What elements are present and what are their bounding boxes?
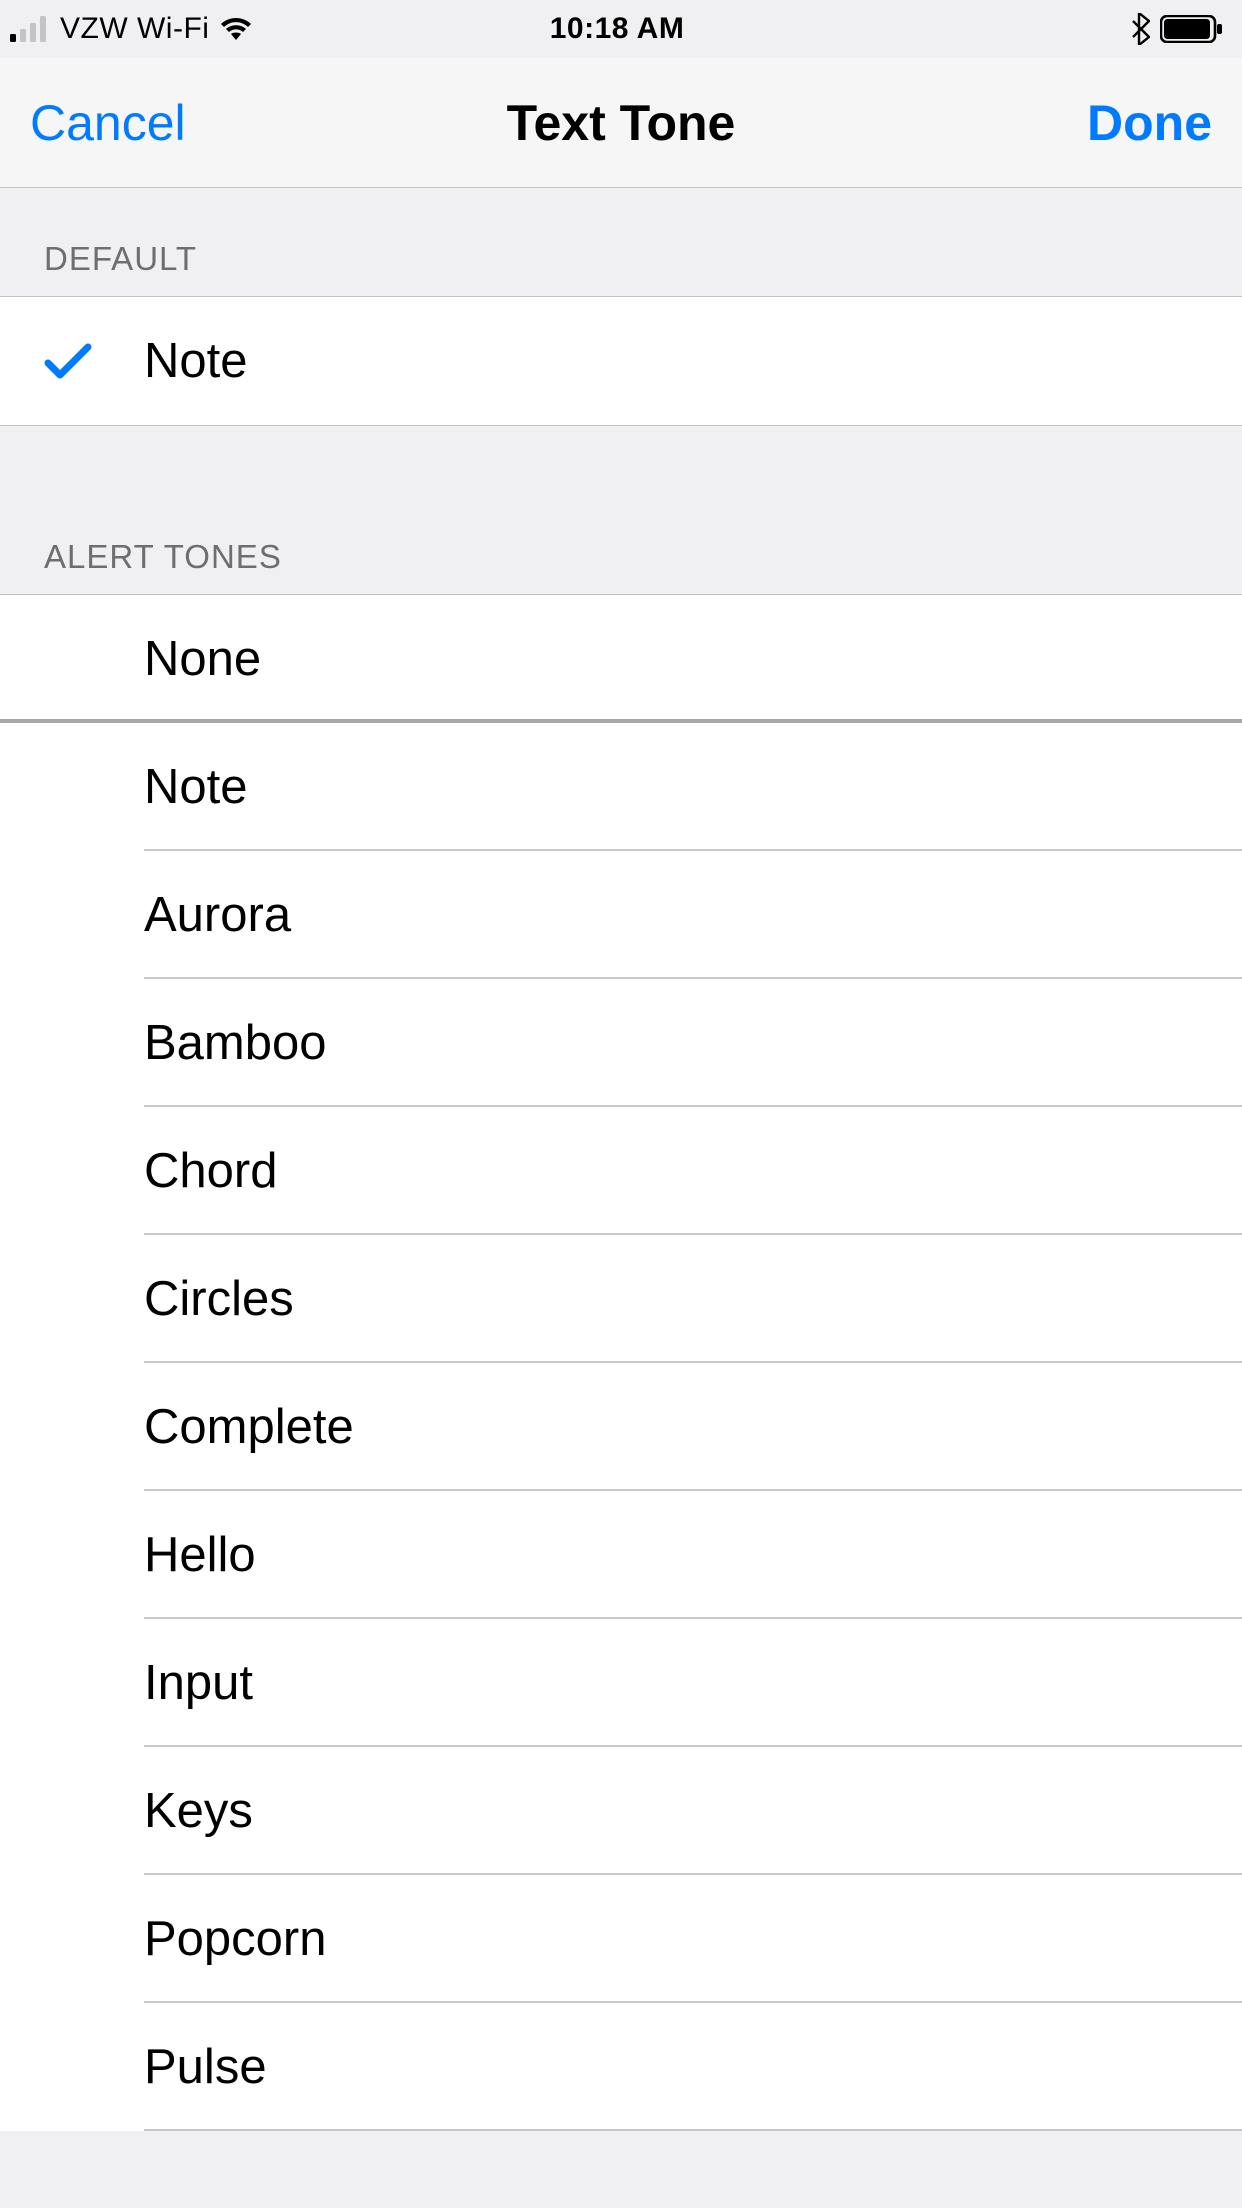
cell-signal-icon	[10, 16, 50, 42]
cancel-button[interactable]: Cancel	[30, 94, 186, 152]
carrier-label: VZW Wi-Fi	[60, 12, 209, 46]
default-group: Note	[0, 296, 1242, 426]
tone-label: Input	[144, 1655, 1242, 1711]
tone-row[interactable]: Bamboo	[0, 979, 1242, 1107]
tone-label: Bamboo	[144, 1015, 1242, 1071]
bluetooth-icon	[1130, 13, 1150, 45]
tone-row[interactable]: Popcorn	[0, 1875, 1242, 2003]
tone-row[interactable]: Circles	[0, 1235, 1242, 1363]
tone-row[interactable]: Keys	[0, 1747, 1242, 1875]
tone-row[interactable]: Chord	[0, 1107, 1242, 1235]
done-button[interactable]: Done	[1087, 94, 1212, 152]
tone-row[interactable]: Input	[0, 1619, 1242, 1747]
tone-label: Keys	[144, 1783, 1242, 1839]
page-title: Text Tone	[250, 94, 992, 152]
tone-row[interactable]: Complete	[0, 1363, 1242, 1491]
tone-label: Hello	[144, 1527, 1242, 1583]
tone-label: Chord	[144, 1143, 1242, 1199]
tone-label: Complete	[144, 1399, 1242, 1455]
section-header-default: DEFAULT	[0, 188, 1242, 296]
battery-icon	[1160, 15, 1224, 43]
tone-label: Circles	[144, 1271, 1242, 1327]
wifi-icon	[219, 16, 253, 42]
default-tone-label: Note	[144, 333, 1242, 389]
tone-label: None	[144, 631, 1242, 687]
tone-row[interactable]: Pulse	[0, 2003, 1242, 2131]
status-time: 10:18 AM	[415, 12, 820, 46]
tone-row-none[interactable]: None	[0, 595, 1242, 723]
tone-label: Note	[144, 759, 1242, 815]
status-bar: VZW Wi-Fi 10:18 AM	[0, 0, 1242, 58]
tone-row[interactable]: Aurora	[0, 851, 1242, 979]
default-tone-row[interactable]: Note	[0, 297, 1242, 425]
check-icon	[44, 341, 92, 381]
tone-label: Aurora	[144, 887, 1242, 943]
tone-label: Pulse	[144, 2039, 1242, 2095]
tone-row[interactable]: Hello	[0, 1491, 1242, 1619]
navigation-bar: Cancel Text Tone Done	[0, 58, 1242, 188]
tone-row[interactable]: Note	[0, 723, 1242, 851]
alert-tones-group: None Note Aurora Bamboo Chord Circles Co…	[0, 594, 1242, 2131]
section-header-alert-tones: ALERT TONES	[0, 478, 1242, 594]
tone-label: Popcorn	[144, 1911, 1242, 1967]
